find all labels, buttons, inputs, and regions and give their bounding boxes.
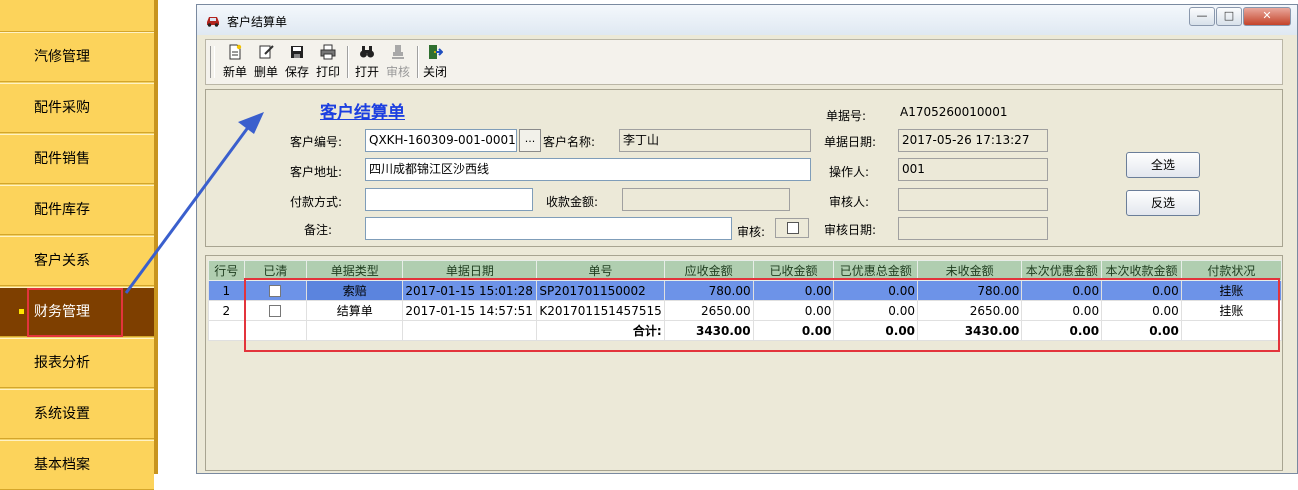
print-button[interactable]: 打印 <box>313 44 343 82</box>
annotation-highlight-nav <box>27 288 123 337</box>
cell-line-no: 1 <box>208 280 245 301</box>
new-document-icon <box>229 44 242 60</box>
window-titlebar: 客户结算单 — □ ✕ <box>197 5 1297 35</box>
cell-line-no: 2 <box>208 300 245 321</box>
print-label: 打印 <box>315 65 340 79</box>
binoculars-icon <box>360 46 374 58</box>
auditor-label: 审核人: <box>829 195 870 209</box>
save-button[interactable]: 保存 <box>282 44 312 82</box>
operator-field[interactable]: 001 <box>898 158 1048 181</box>
nav-item-inventory[interactable]: 配件库存 <box>0 185 154 235</box>
active-indicator-icon <box>19 309 24 314</box>
nav-item-label: 基本档案 <box>34 457 90 473</box>
delete-label: 删单 <box>253 65 278 79</box>
audit-check-label: 审核: <box>737 225 766 239</box>
left-nav: 汽修管理 配件采购 配件销售 配件库存 客户关系 财务管理 报表分析 系统设置 … <box>0 0 158 490</box>
nav-item-label: 配件销售 <box>34 151 90 167</box>
stamp-icon <box>392 45 404 59</box>
auditor-field[interactable] <box>898 188 1048 211</box>
address-label: 客户地址: <box>290 165 343 179</box>
delete-document-icon <box>259 45 274 59</box>
close-button[interactable]: 关闭 <box>420 44 450 82</box>
car-icon <box>207 17 219 27</box>
payment-method-label: 付款方式: <box>290 195 343 209</box>
header-form: 客户结算单 单据号: A1705260010001 客户编号: QXKH-160… <box>205 89 1283 247</box>
nav-item-archives[interactable]: 基本档案 <box>0 440 154 490</box>
received-amount-label: 收款金额: <box>546 195 599 209</box>
col-header-line-no[interactable]: 行号 <box>208 260 245 281</box>
audit-checkbox[interactable] <box>787 222 799 234</box>
open-label: 打开 <box>354 65 379 79</box>
customer-lookup-button[interactable]: ... <box>519 129 541 152</box>
close-window-button[interactable]: ✕ <box>1243 7 1291 26</box>
audit-label: 审核 <box>385 65 410 79</box>
nav-item-label: 报表分析 <box>34 355 90 371</box>
remarks-field[interactable] <box>365 217 732 240</box>
nav-item-purchase[interactable]: 配件采购 <box>0 83 154 133</box>
nav-item-label: 汽修管理 <box>34 49 90 65</box>
nav-item-label: 系统设置 <box>34 406 90 422</box>
settlement-window: 客户结算单 — □ ✕ 新单 删单 保存 打印 打开 审核 关闭 客户结算单 单… <box>196 4 1298 474</box>
toolbar-separator <box>347 46 349 78</box>
doc-date-label: 单据日期: <box>824 135 877 149</box>
close-label: 关闭 <box>422 65 447 79</box>
nav-item-reports[interactable]: 报表分析 <box>0 338 154 388</box>
nav-item-label: 配件采购 <box>34 100 90 116</box>
audit-button[interactable]: 审核 <box>383 44 413 82</box>
page-title: 客户结算单 <box>320 103 405 123</box>
window-title: 客户结算单 <box>227 15 288 29</box>
audit-date-field[interactable] <box>898 217 1048 240</box>
remarks-label: 备注: <box>304 223 333 237</box>
exit-door-icon <box>429 45 443 59</box>
audit-date-label: 审核日期: <box>824 223 877 237</box>
floppy-disk-icon <box>291 46 303 58</box>
printer-icon <box>320 44 336 60</box>
restore-button[interactable]: □ <box>1216 7 1242 26</box>
customer-name-label: 客户名称: <box>543 135 596 149</box>
delete-button[interactable]: 删单 <box>251 44 281 82</box>
nav-item-sales[interactable]: 配件销售 <box>0 134 154 184</box>
toolbar-grip[interactable] <box>210 46 215 78</box>
save-label: 保存 <box>284 65 309 79</box>
operator-label: 操作人: <box>829 165 870 179</box>
nav-item-crm[interactable]: 客户关系 <box>0 236 154 286</box>
toolbar: 新单 删单 保存 打印 打开 审核 关闭 <box>205 39 1283 85</box>
annotation-highlight-grid <box>244 278 1280 352</box>
nav-item-settings[interactable]: 系统设置 <box>0 389 154 439</box>
nav-item-label: 客户关系 <box>34 253 90 269</box>
address-field[interactable]: 四川成都锦江区沙西线 <box>365 158 811 181</box>
customer-code-label: 客户编号: <box>290 135 343 149</box>
cell-empty <box>208 320 245 341</box>
doc-no-label: 单据号: <box>826 109 867 123</box>
doc-date-field[interactable]: 2017-05-26 17:13:27 <box>898 129 1048 152</box>
nav-item-repair[interactable]: 汽修管理 <box>0 32 154 82</box>
payment-method-field[interactable] <box>365 188 533 211</box>
audit-checkbox-frame <box>775 218 809 238</box>
new-label: 新单 <box>222 65 247 79</box>
minimize-button[interactable]: — <box>1189 7 1215 26</box>
customer-code-field[interactable]: QXKH-160309-001-0001 <box>365 129 517 152</box>
doc-no-value: A1705260010001 <box>900 105 1008 119</box>
invert-select-button[interactable]: 反选 <box>1126 190 1200 216</box>
nav-item-top-partial[interactable] <box>0 0 154 32</box>
nav-divider <box>154 0 158 474</box>
nav-item-label: 配件库存 <box>34 202 90 218</box>
new-button[interactable]: 新单 <box>220 44 250 82</box>
received-amount-field[interactable] <box>622 188 790 211</box>
open-button[interactable]: 打开 <box>352 44 382 82</box>
customer-name-field[interactable]: 李丁山 <box>619 129 811 152</box>
toolbar-separator <box>417 46 419 78</box>
select-all-button[interactable]: 全选 <box>1126 152 1200 178</box>
